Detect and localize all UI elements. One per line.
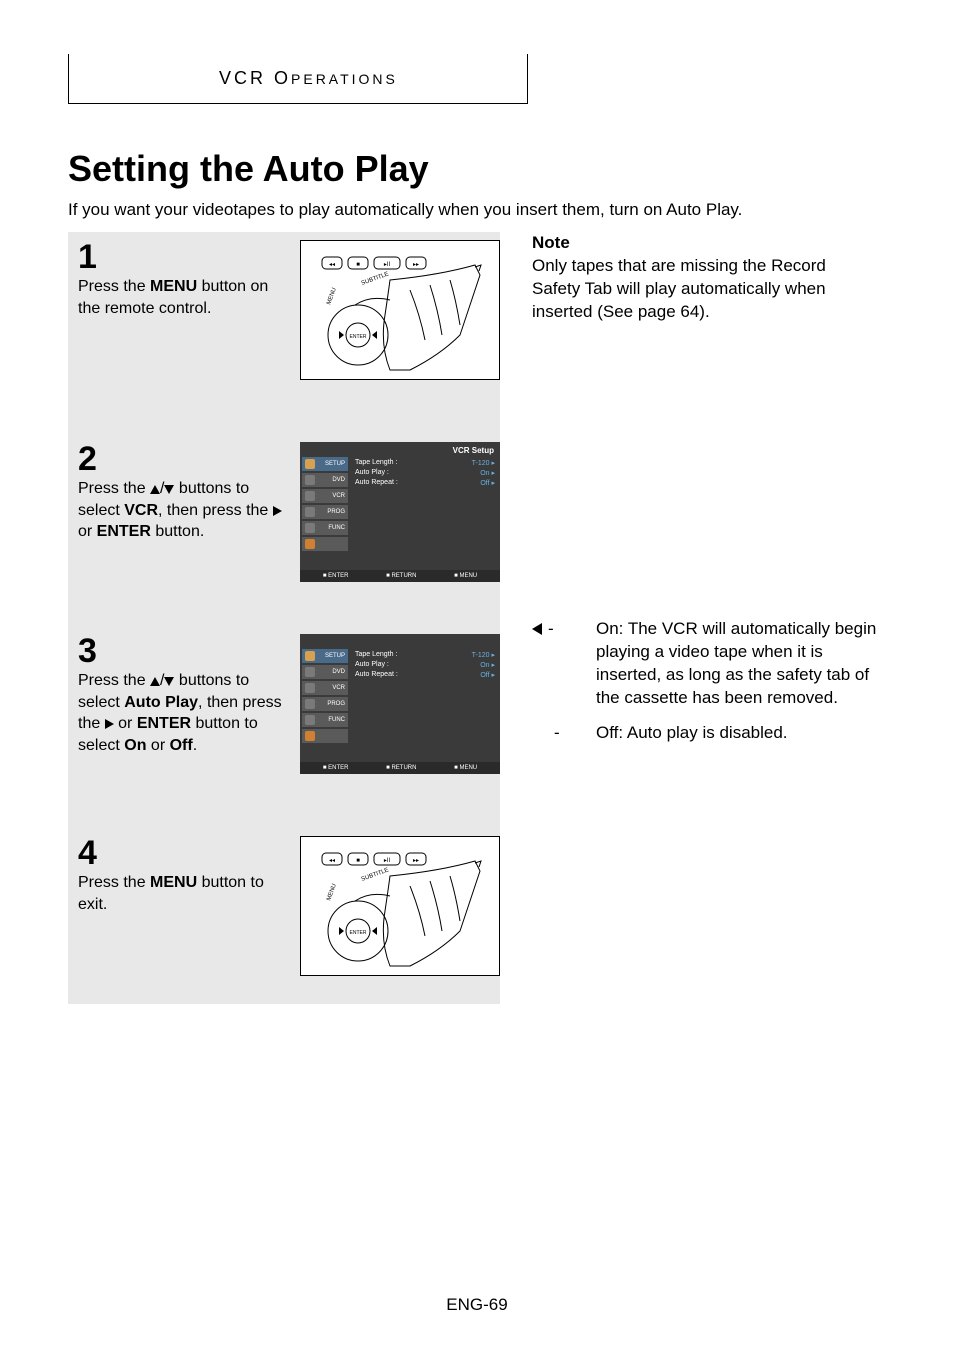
step-number: 1 [78, 240, 298, 274]
step-2-image-menu: VCR Setup SETUP DVD VCR PROG FUNC Tape L… [300, 442, 500, 582]
svg-text:ENTER: ENTER [350, 334, 367, 340]
header-text-2: PERATIONS [291, 71, 398, 87]
note-text: Only tapes that are missing the Record S… [532, 256, 826, 321]
right-arrow-icon [105, 719, 114, 729]
vcr-setup-menu-1: VCR Setup SETUP DVD VCR PROG FUNC Tape L… [300, 442, 500, 582]
svg-text:ENTER: ENTER [350, 930, 367, 936]
down-arrow-icon [164, 485, 174, 494]
up-arrow-icon [150, 485, 160, 494]
remote-illustration: ◂◂ ■ ▸II ▸▸ SUBTITLE MENU ENTER [310, 841, 490, 971]
svg-text:SUBTITLE: SUBTITLE [361, 867, 390, 882]
step-1-image-remote: ◂◂ ■ ▸II ▸▸ SUBTITLE MENU ENTER [300, 240, 500, 380]
section-header: VCR OPERATIONS [68, 54, 528, 104]
step-4: 4 Press the MENU button to exit. ◂◂ ■ ▸I… [68, 828, 500, 984]
svg-text:MENU: MENU [326, 287, 338, 306]
note-block: Note Only tapes that are missing the Rec… [532, 232, 878, 324]
step-4-text: 4 Press the MENU button to exit. [78, 836, 288, 976]
svg-text:◂◂: ◂◂ [329, 858, 335, 864]
bullet-on: - On: The VCR will automatically begin p… [532, 618, 892, 710]
svg-text:MENU: MENU [326, 883, 338, 902]
right-arrow-icon [273, 506, 282, 516]
step-3: 3 Press the / buttons to select Auto Pla… [68, 626, 500, 782]
note-label: Note [532, 233, 570, 252]
svg-text:■: ■ [356, 858, 360, 864]
bullet-off: - Off: Auto play is disabled. [532, 722, 892, 745]
up-arrow-icon [150, 677, 160, 686]
svg-text:▸II: ▸II [384, 262, 391, 268]
svg-text:SUBTITLE: SUBTITLE [361, 271, 390, 286]
header-text-1: VCR O [219, 68, 291, 88]
intro-text: If you want your videotapes to play auto… [68, 200, 742, 220]
svg-text:▸II: ▸II [384, 858, 391, 864]
step-3-text: 3 Press the / buttons to select Auto Pla… [78, 634, 288, 774]
svg-text:■: ■ [356, 262, 360, 268]
step-2: 2 Press the / buttons to select VCR, the… [68, 434, 500, 590]
svg-text:◂◂: ◂◂ [329, 262, 335, 268]
step-2-text: 2 Press the / buttons to select VCR, the… [78, 442, 288, 582]
left-arrow-icon [532, 623, 542, 635]
step-4-image-remote: ◂◂ ■ ▸II ▸▸ SUBTITLE MENU ENTER [300, 836, 500, 976]
step-1-text: 1 Press the MENU button on the remote co… [78, 240, 288, 380]
svg-text:▸▸: ▸▸ [413, 262, 419, 268]
step-1: 1 Press the MENU button on the remote co… [68, 232, 500, 388]
down-arrow-icon [164, 677, 174, 686]
steps-grey-column: 1 Press the MENU button on the remote co… [68, 232, 500, 1004]
step-number: 3 [78, 634, 298, 668]
remote-illustration: ◂◂ ■ ▸II ▸▸ SUBTITLE MENU ENTER [310, 245, 490, 375]
bullet-explanations: - On: The VCR will automatically begin p… [532, 618, 892, 757]
step-number: 4 [78, 836, 298, 870]
page-number: ENG-69 [0, 1295, 954, 1315]
step-3-image-menu: SETUP DVD VCR PROG FUNC Tape Length :T-1… [300, 634, 500, 774]
vcr-setup-menu-2: SETUP DVD VCR PROG FUNC Tape Length :T-1… [300, 634, 500, 774]
page-title: Setting the Auto Play [68, 148, 429, 190]
svg-text:▸▸: ▸▸ [413, 858, 419, 864]
step-number: 2 [78, 442, 298, 476]
